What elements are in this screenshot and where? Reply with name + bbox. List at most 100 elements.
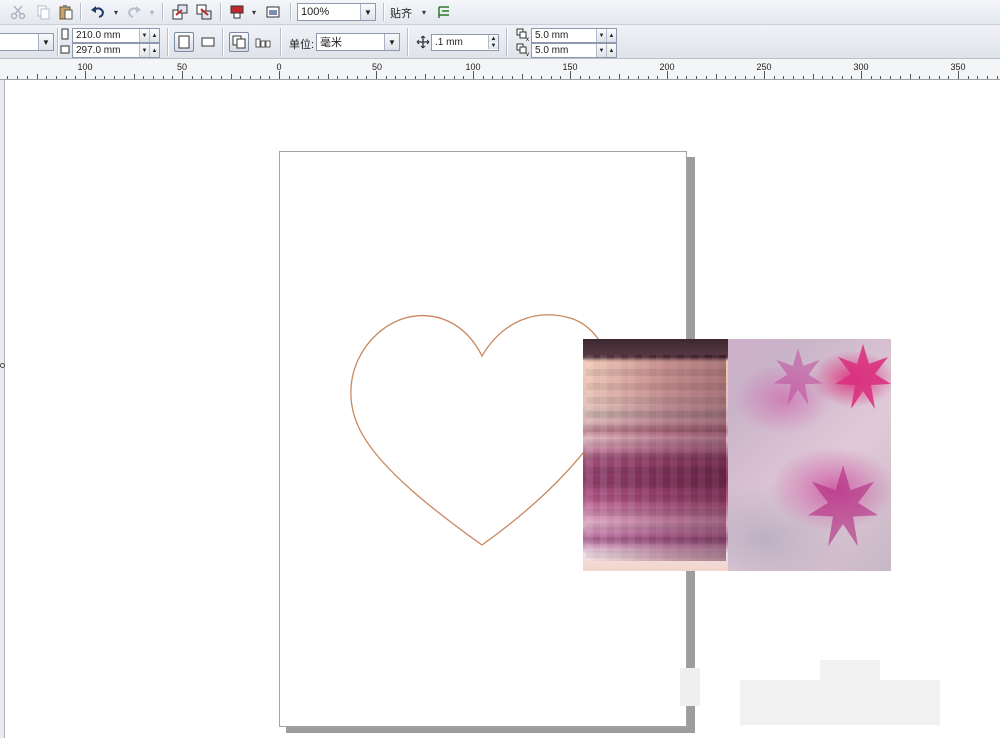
redo-icon[interactable]	[124, 2, 144, 22]
ruler-tick	[599, 76, 601, 79]
page-size-combo[interactable]: ▼	[0, 33, 54, 51]
spin-down-icon[interactable]: ▼	[488, 42, 498, 49]
undo-dropdown-icon[interactable]: ▾	[112, 2, 120, 22]
ruler-tick	[211, 76, 213, 79]
ruler-tick	[114, 76, 116, 79]
ruler-tick	[667, 71, 668, 79]
watermark-block	[820, 660, 880, 680]
ruler-tick	[230, 74, 232, 79]
ruler-tick	[75, 76, 77, 79]
separator	[220, 3, 222, 21]
spin-up-icon[interactable]: ▲	[606, 44, 616, 57]
spin-down-icon[interactable]: ▼	[139, 44, 149, 57]
horizontal-ruler[interactable]: 100 50 0 50 100 150 200 250 300 350	[0, 59, 1000, 80]
ruler-tick	[628, 76, 630, 79]
ruler-tick	[482, 76, 484, 79]
ruler-tick	[104, 76, 106, 79]
duplicate-x-icon: x	[516, 28, 530, 43]
zoom-level-value: 100%	[301, 6, 330, 18]
ruler-tick	[560, 76, 562, 79]
ruler-tick	[298, 76, 300, 79]
ruler-tick	[26, 76, 28, 79]
redo-dropdown-icon[interactable]: ▾	[148, 2, 156, 22]
all-pages-button[interactable]	[229, 32, 249, 52]
separator	[57, 28, 59, 56]
current-page-button[interactable]	[253, 32, 273, 52]
duplicate-y-icon: y	[516, 43, 530, 58]
spin-down-icon[interactable]: ▼	[596, 44, 606, 57]
ruler-tick	[327, 74, 329, 79]
spin-up-icon[interactable]: ▲	[149, 29, 159, 42]
page-height-field[interactable]: 297.0 mm ▼ ▲	[72, 43, 160, 58]
chevron-down-icon[interactable]: ▼	[38, 34, 53, 50]
watermark-block	[680, 668, 700, 706]
ruler-tick	[822, 76, 824, 79]
ruler-tick	[531, 76, 533, 79]
ruler-tick	[899, 76, 901, 79]
zoom-level-combo[interactable]: 100% ▼	[297, 3, 376, 21]
ruler-tick	[851, 76, 853, 79]
page-width-icon	[60, 28, 70, 40]
ruler-tick	[938, 76, 940, 79]
publish-dropdown-icon[interactable]: ▾	[250, 2, 258, 22]
page-width-field[interactable]: 210.0 mm ▼ ▲	[72, 28, 160, 43]
copy-icon[interactable]	[33, 2, 53, 22]
ruler-tick	[385, 76, 387, 79]
publish-icon[interactable]	[227, 2, 247, 22]
import-icon[interactable]	[170, 2, 190, 22]
export-icon[interactable]	[194, 2, 214, 22]
ruler-tick	[870, 76, 872, 79]
ruler-tick	[395, 76, 397, 79]
ruler-tick	[987, 76, 989, 79]
ruler-tick	[288, 76, 290, 79]
spin-down-icon[interactable]: ▼	[596, 29, 606, 42]
duplicate-x-field[interactable]: 5.0 mm ▼ ▲	[531, 28, 617, 43]
pasted-photo[interactable]	[583, 339, 891, 571]
snap-to-button[interactable]: 贴齐	[390, 5, 412, 21]
ruler-tick	[783, 76, 785, 79]
vertical-ruler[interactable]	[0, 80, 5, 738]
ruler-tick	[220, 76, 222, 79]
ruler-label: 50	[371, 62, 383, 72]
ruler-tick	[337, 76, 339, 79]
separator	[162, 3, 164, 21]
separator	[407, 28, 409, 56]
separator	[506, 28, 508, 56]
landscape-orientation-button[interactable]	[198, 32, 218, 52]
nudge-icon	[416, 35, 430, 49]
ruler-tick	[686, 76, 688, 79]
spin-up-icon[interactable]: ▲	[606, 29, 616, 42]
ruler-tick	[259, 76, 261, 79]
duplicate-y-value: 5.0 mm	[535, 45, 569, 56]
ruler-tick	[967, 76, 969, 79]
spin-up-icon[interactable]: ▲	[488, 35, 498, 42]
heart-outline-shape[interactable]	[340, 310, 620, 550]
chevron-down-icon[interactable]: ▼	[360, 4, 375, 20]
undo-icon[interactable]	[88, 2, 108, 22]
snap-dropdown-icon[interactable]: ▾	[420, 2, 428, 22]
spin-up-icon[interactable]: ▲	[149, 44, 159, 57]
snap-options-icon[interactable]	[434, 2, 454, 22]
spin-down-icon[interactable]: ▼	[139, 29, 149, 42]
app-launcher-icon[interactable]	[263, 2, 283, 22]
portrait-orientation-button[interactable]	[174, 32, 194, 52]
ruler-tick	[831, 76, 833, 79]
ruler-tick	[36, 74, 38, 79]
ruler-tick	[85, 71, 86, 79]
cut-icon[interactable]	[8, 2, 28, 22]
maple-leaf-image	[808, 465, 878, 547]
ruler-tick	[172, 76, 174, 79]
paste-icon[interactable]	[56, 2, 76, 22]
ruler-tick	[793, 76, 795, 79]
ruler-tick	[890, 76, 892, 79]
duplicate-y-field[interactable]: 5.0 mm ▼ ▲	[531, 43, 617, 58]
ruler-tick	[996, 76, 998, 79]
ruler-tick	[414, 76, 416, 79]
ruler-tick	[928, 76, 930, 79]
chevron-down-icon[interactable]: ▼	[384, 34, 399, 50]
separator	[280, 28, 282, 56]
units-combo[interactable]: 毫米 ▼	[316, 33, 400, 51]
ruler-tick	[94, 76, 96, 79]
selection-handle[interactable]	[0, 363, 5, 368]
nudge-distance-field[interactable]: .1 mm ▲ ▼	[431, 34, 499, 51]
